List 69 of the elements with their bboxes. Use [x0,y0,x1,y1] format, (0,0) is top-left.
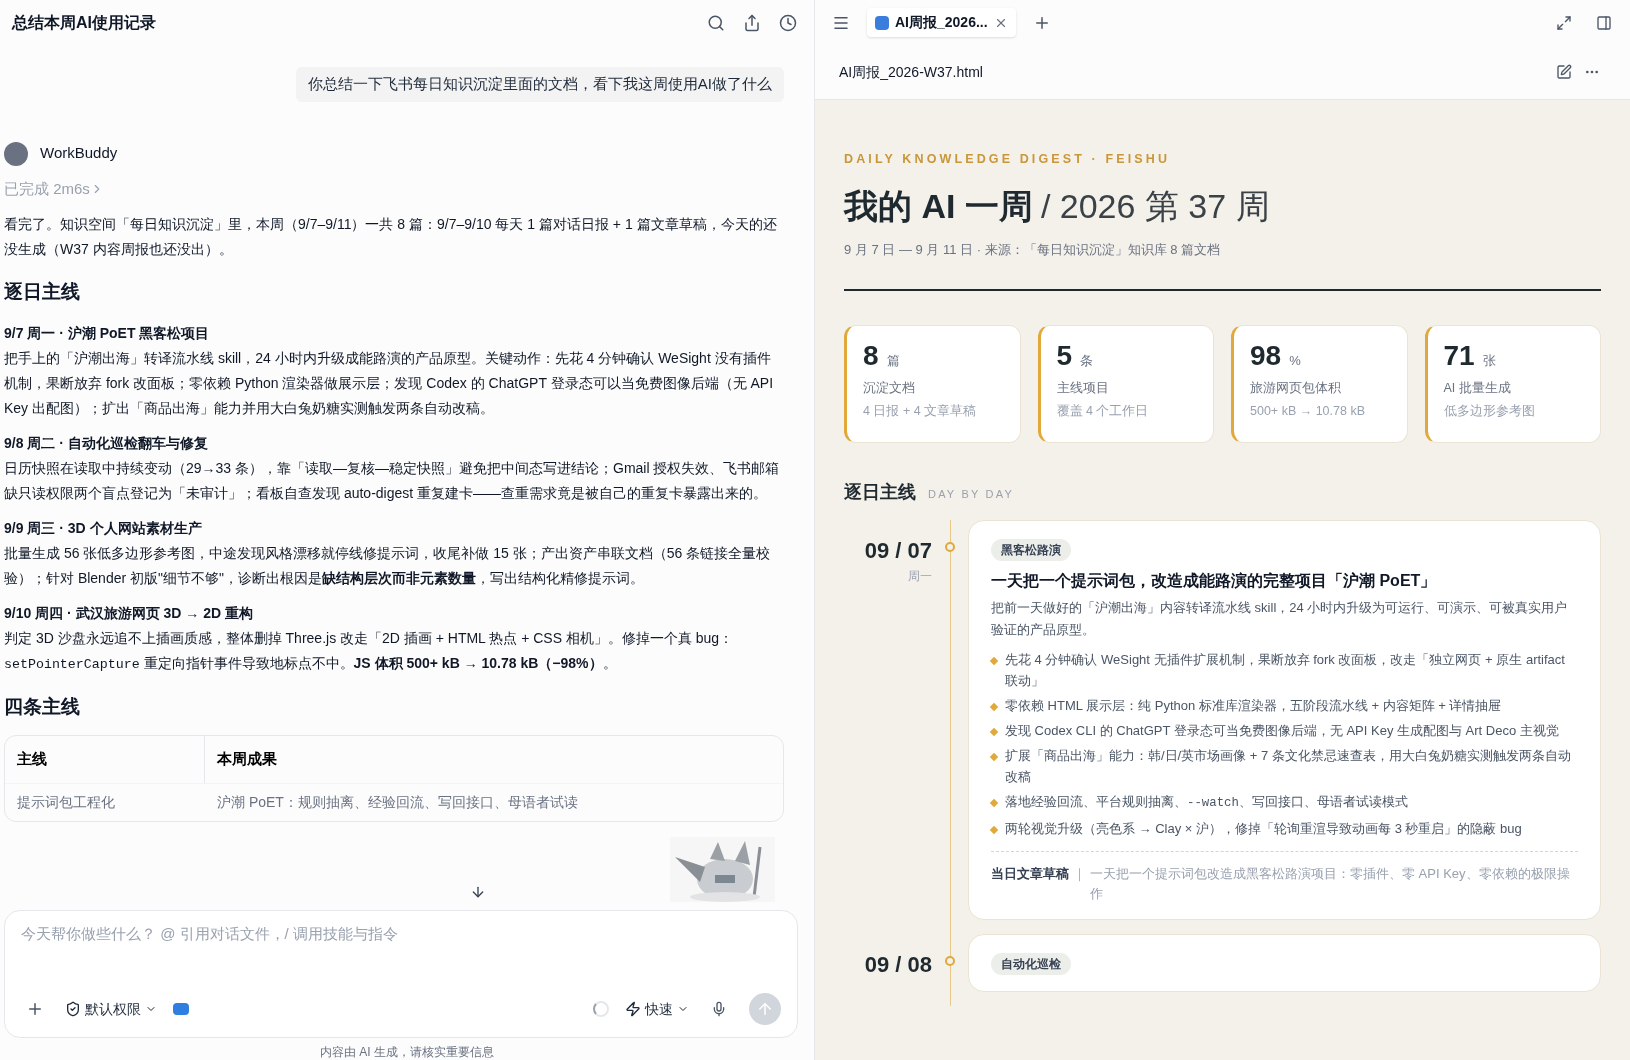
file-name: AI周报_2026-W37.html [839,62,983,82]
stat-unit: 篇 [886,352,900,371]
assistant-name: WorkBuddy [40,143,118,164]
stat-value: 71 [1443,342,1475,371]
bullet-text: 发现 Codex CLI 的 ChatGPT 登录态可当免费图像后端，无 API Key 生成配图与 Art Deco 主视觉 [1005,722,1559,741]
message-input[interactable]: 今天帮你做些什么？ @ 引用对话文件，/ 调用技能与指令 [21,923,781,946]
shield-icon [65,1001,81,1017]
stat-value: 98 [1250,342,1282,371]
bullet-text: 扩展「商品出海」能力：韩/日/英市场画像 + 7 条文化禁忌速查表，用大白兔奶糖实测触发两条自动改稿 [1005,747,1572,787]
stat-unit: 条 [1080,352,1094,371]
loading-spinner-icon [593,1001,609,1017]
intro-paragraph: 看完了。知识空间「每日知识沉淀」里，本周（9/7–9/11）一共 8 篇：9/7–9/10 每天 1 篇对话日报 + 1 篇文章草稿，今天的还没生成（W37 内容周报也还没出）。 [4,215,778,259]
item-paragraph: 批量生成 56 张低多边形参考图，中途发现风格漂移就停线修提示词，收尾补做 15 张；产出资产串联文档（56 条链接全量校验）；针对 Blender 初版"细节不够"，诊断出根因是缺结构层次而非元素数量，写出结构化精修提示词。 [4,543,772,588]
stat-label: 主线项目 [1056,379,1110,397]
section-heading: 四条主线 [4,694,81,719]
permission-dropdown[interactable]: 默认权限 [65,998,157,1020]
kicker-text: DAILY KNOWLEDGE DIGEST · FEISHU [844,151,1172,168]
user-message: 你总结一下飞书每日知识沉淀里面的文档，看下我这周使用AI做了什么 [295,67,784,102]
stat-value: 5 [1056,342,1073,371]
stat-detail: 覆盖 4 个工作日 [1056,402,1150,420]
day-date: 09 / 08 [863,951,932,980]
stat-detail: 4 日报 + 4 文章草稿 [863,402,978,420]
report-title: 我的 AI 一周 [844,185,1033,227]
lightning-icon [625,1001,641,1017]
item-title: 9/8 周二 · 自动化巡检翻车与修复 [4,433,209,453]
bullet-text: 两轮视觉升级（亮色系 → Clay × 沪），修掉「轮询重渲导致动画每 3 秒重启」的隐蔽 bug [1005,820,1522,839]
item-title: 9/10 周四 · 武汉旅游网页 3D → 2D 重构 [4,603,254,623]
column-header: 主线 [5,736,205,783]
bullet-text: 零依赖 HTML 展示层：纯 Python 标准库渲染器，五阶段流水线 + 内容矩阵 + 详情抽屉 [1005,697,1502,716]
chat-title: 总结本周AI使用记录 [12,12,156,33]
stat-label: AI 批量生成 [1443,379,1512,397]
draft-label: 当日文章草稿 [991,865,1069,884]
speed-dropdown[interactable]: 快速 [625,998,689,1020]
table-cell-text: 提示词包工程化 [16,792,116,812]
disclaimer-text: 内容由 AI 生成，请核实重要信息 [320,1044,494,1060]
day-date: 09 / 07 [863,537,932,566]
day-weekday: 周一 [907,568,932,586]
stat-unit: % [1289,352,1301,371]
stat-value: 8 [863,342,879,371]
bullet-text: 先花 4 分钟确认 WeSight 无插件扩展机制，果断放弃 fork 改面板，改走「独立网页 + 原生 artifact 联动」 [1005,651,1566,691]
section-title: 逐日主线 [844,481,916,505]
item-paragraph: 判定 3D 沙盘永远追不上插画质感，整体删掉 Three.js 改走「2D 插画 + HTML 热点 + CSS 相机」。修掉一个真 bug： setPointerCapture 重定向指针事件导致地标点不中。JS 体积 500+ kB → 10.78 kB（−98%）。 [4,628,735,674]
item-paragraph: 日历快照在读取中持续变动（29→33 条），靠「读取—复核—稳定快照」避免把中间态写进结论；Gmail 授权失效、飞书邮箱缺只读权限两个盲点登记为「未审计」；看板自查发现 auto-digest 重复建卡——查重需求竟是被自己的重复卡暴露出来的。 [4,458,781,503]
item-paragraph: 把手上的「沪潮出海」转译流水线 skill，24 小时内升级成能路演的产品原型。关键动作：先花 4 分钟确认 WeSight 没有插件机制，果断放弃 fork 改面板；零依赖 Python 渲染器做展示层；发现 Codex 的 ChatGPT 登录态可以当免费图像后端（无 API Key 出配图）；扩出「商品出海」能力并用大白兔奶糖实测触发两条自动改稿。 [4,348,775,418]
stat-detail: 500+ kB → 10.78 kB [1250,402,1366,420]
day-tag: 自动化巡检 [991,953,1071,976]
draft-separator: ｜ [1073,865,1086,884]
item-title: 9/7 周一 · 沪潮 PoET 黑客松项目 [4,323,211,343]
item-title: 9/9 周三 · 3D 个人网站素材生产 [4,518,203,538]
day-title: 一天把一个提示词包，改造成能路演的完整项目「沪潮 PoET」 [991,571,1438,592]
stat-unit: 张 [1482,352,1496,371]
section-subtitle: DAY BY DAY [928,487,1014,503]
bullet-text: 落地经验回流、平台规则抽离、--watch、写回接口、母语者试读模式 [1005,793,1408,813]
day-summary: 把前一天做好的「沪潮出海」内容转译流水线 skill，24 小时内升级为可运行、可演示、可被真实用户验证的产品原型。 [991,599,1569,640]
file-tab[interactable]: AI周报_2026... [867,8,1016,37]
day-tag: 黑客松路演 [991,539,1071,562]
assistant-avatar [4,141,28,166]
stat-detail: 低多边形参考图 [1443,402,1536,420]
report-subtitle: 9 月 7 日 — 9 月 11 日 · 来源：「每日知识沉淀」知识库 8 篇文档 [844,240,1222,259]
app-logo-icon [173,1003,189,1015]
stat-label: 旅游网页包体积 [1250,379,1342,397]
section-heading: 逐日主线 [4,280,81,304]
file-icon [875,15,889,30]
status-text: 已完成 2m6s [4,178,90,199]
stat-label: 沉淀文档 [863,379,916,397]
report-week: / 2026 第 37 周 [1040,185,1270,227]
scroll-down-button[interactable] [470,884,486,900]
table-cell-text: 沪潮 PoET：规则抽离、经验回流、写回接口、母语者试读 [216,792,579,812]
column-header: 本周成果 [216,749,278,769]
